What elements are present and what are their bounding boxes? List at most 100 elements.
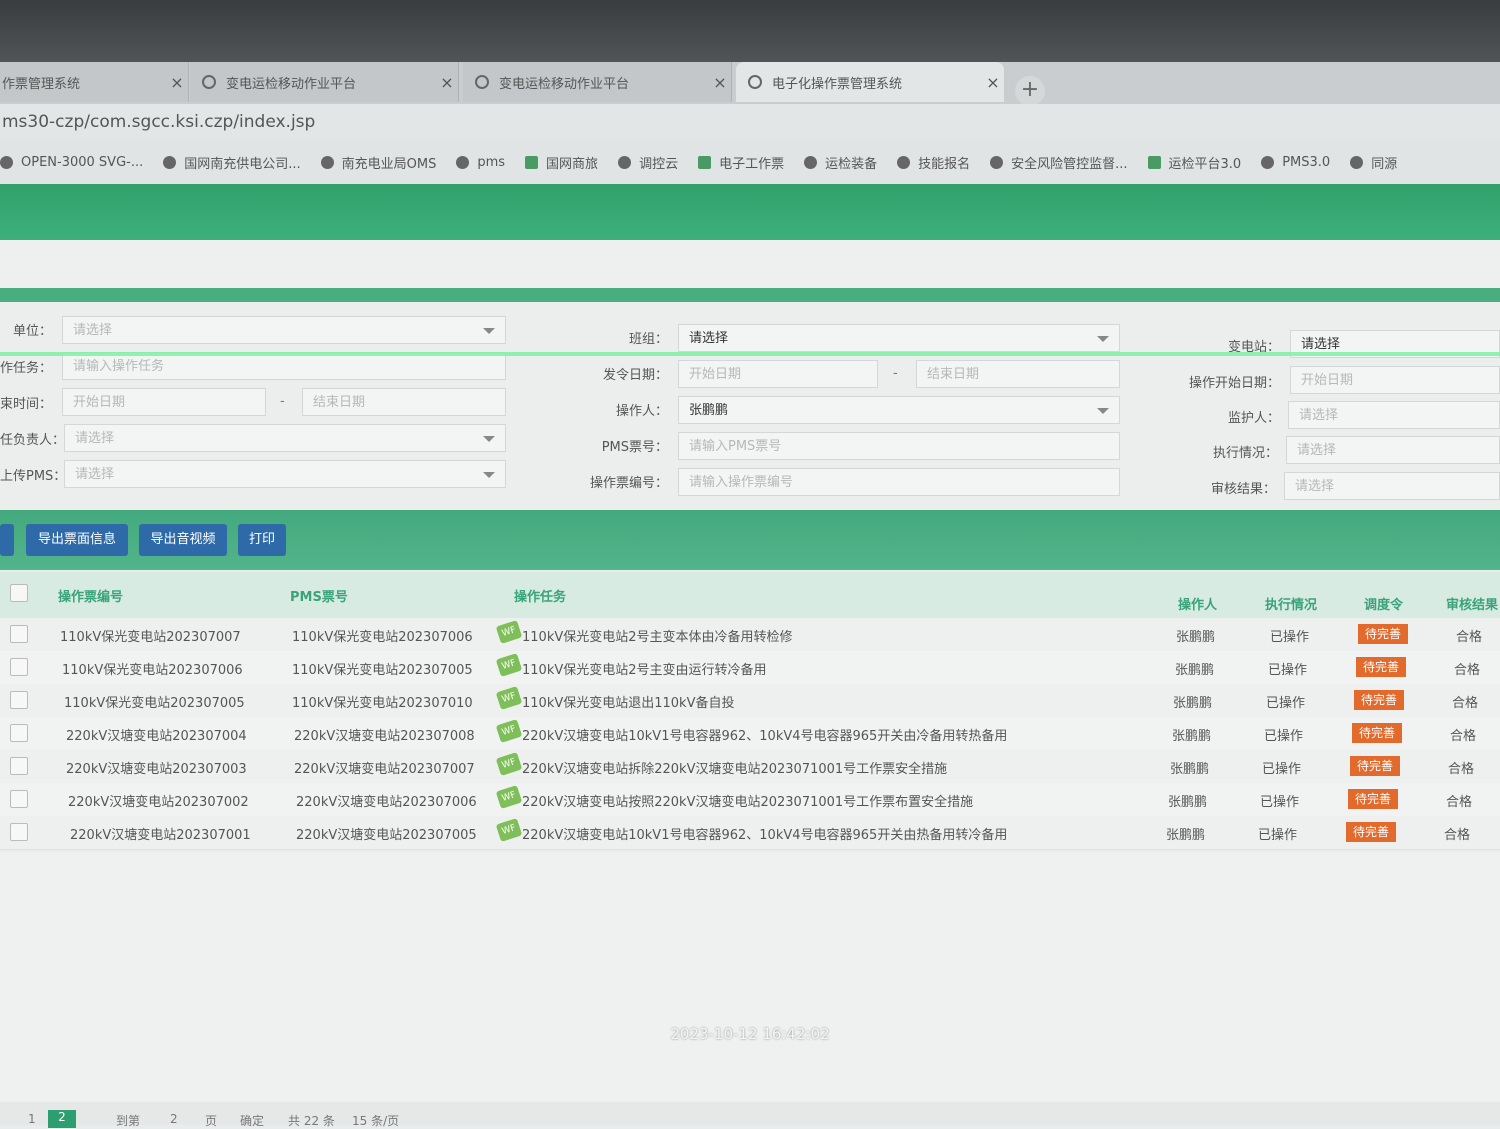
bookmark-item[interactable]: 国网南充供电公司... <box>163 153 301 172</box>
ticket-no-cell[interactable]: 110kV保光变电站202307005 <box>64 692 245 711</box>
order-status-badge[interactable]: 待完善 <box>1348 789 1398 809</box>
ticket-no-cell[interactable]: 220kV汉塘变电站202307003 <box>66 758 247 777</box>
table-row[interactable]: 220kV汉塘变电站202307001 220kV汉塘变电站202307005 … <box>0 816 1500 850</box>
wf-tag-icon: WF <box>495 686 523 710</box>
unit-label: 单位： <box>12 324 52 339</box>
bookmark-item[interactable]: 电子工作票 <box>698 153 784 172</box>
browser-tab-3[interactable]: 变电运检移动作业平台 × <box>463 62 732 102</box>
browser-tab-1[interactable]: 作票管理系统 × <box>0 62 189 102</box>
bookmark-item[interactable]: OPEN-3000 SVG-... <box>0 155 143 170</box>
order-status-badge[interactable]: 待完善 <box>1346 822 1396 842</box>
close-tab-icon[interactable]: × <box>166 73 188 92</box>
bookmark-item[interactable]: 同源 <box>1350 153 1397 172</box>
table-row[interactable]: 110kV保光变电站202307005 110kV保光变电站202307010 … <box>0 684 1500 718</box>
globe-icon <box>475 75 489 89</box>
exec-cell: 已操作 <box>1262 762 1302 777</box>
task-cell: 220kV汉塘变电站按照220kV汉塘变电站2023071001号工作票布置安全… <box>522 795 974 810</box>
ticket-no-cell[interactable]: 220kV汉塘变电站202307001 <box>70 824 251 843</box>
end-time-start-input[interactable]: 开始日期 <box>62 388 266 416</box>
leader-select[interactable]: 请选择 <box>64 424 506 452</box>
order-status-badge[interactable]: 待完善 <box>1356 657 1406 677</box>
order-status-badge[interactable]: 待完善 <box>1354 690 1404 710</box>
op-start-input[interactable]: 开始日期 <box>1290 366 1500 394</box>
page-current[interactable]: 2 <box>48 1110 76 1128</box>
table-row[interactable]: 220kV汉塘变电站202307003 220kV汉塘变电站202307007 … <box>0 750 1500 784</box>
close-tab-icon[interactable]: × <box>436 73 458 92</box>
exec-select[interactable]: 请选择 <box>1286 436 1500 464</box>
new-tab-button[interactable]: + <box>1015 76 1045 106</box>
col-exec[interactable]: 执行情况 <box>1265 594 1317 613</box>
row-checkbox[interactable] <box>10 658 28 676</box>
toolbar-button-partial[interactable] <box>0 524 14 556</box>
bookmark-item[interactable]: PMS3.0 <box>1261 155 1330 170</box>
bookmark-item[interactable]: 运检装备 <box>804 153 877 172</box>
row-checkbox[interactable] <box>10 724 28 742</box>
row-checkbox[interactable] <box>10 691 28 709</box>
ticket-no-cell[interactable]: 110kV保光变电站202307006 <box>62 659 243 678</box>
unit-select[interactable]: 请选择 <box>62 316 506 344</box>
unit-placeholder: 请选择 <box>73 323 113 338</box>
bookmark-item[interactable]: 运检平台3.0 <box>1147 153 1241 172</box>
ticket-no-cell[interactable]: 220kV汉塘变电站202307004 <box>66 725 247 744</box>
task-cell: 110kV保光变电站退出110kV备自投 <box>522 696 735 711</box>
col-pms-no[interactable]: PMS票号 <box>290 586 348 605</box>
order-status-badge[interactable]: 待完善 <box>1358 624 1408 644</box>
end-time-end-input[interactable]: 结束日期 <box>302 388 506 416</box>
pms-no-input[interactable]: 请输入PMS票号 <box>678 432 1120 460</box>
ticket-no-cell[interactable]: 220kV汉塘变电站202307002 <box>68 791 249 810</box>
row-checkbox[interactable] <box>10 625 28 643</box>
close-tab-icon[interactable]: × <box>709 73 731 92</box>
export-av-button[interactable]: 导出音视频 <box>139 524 227 556</box>
print-button[interactable]: 打印 <box>238 524 286 556</box>
task-input[interactable]: 请输入操作任务 <box>62 352 506 380</box>
col-operator[interactable]: 操作人 <box>1178 594 1217 613</box>
order-status-badge[interactable]: 待完善 <box>1352 723 1402 743</box>
pms-upload-select[interactable]: 请选择 <box>64 460 506 488</box>
order-status-badge[interactable]: 待完善 <box>1350 756 1400 776</box>
export-info-button[interactable]: 导出票面信息 <box>26 524 128 556</box>
close-tab-icon[interactable]: × <box>982 73 1004 92</box>
row-checkbox[interactable] <box>10 790 28 808</box>
table-row[interactable]: 110kV保光变电站202307006 110kV保光变电站202307005 … <box>0 651 1500 685</box>
bookmark-item[interactable]: pms <box>456 155 505 170</box>
operator-select[interactable]: 张鹏鹏 <box>678 396 1120 424</box>
app-icon <box>698 155 712 169</box>
select-all-checkbox[interactable] <box>10 584 28 602</box>
bookmark-item[interactable]: 南充电业局OMS <box>320 153 436 172</box>
col-order[interactable]: 调度令 <box>1364 594 1403 613</box>
operator-label: 操作人： <box>615 404 668 419</box>
chevron-down-icon <box>483 472 495 478</box>
table-row[interactable]: 110kV保光变电站202307007 110kV保光变电站202307006 … <box>0 618 1500 652</box>
browser-tab-active[interactable]: 电子化操作票管理系统 × <box>736 62 1004 102</box>
issue-date-start-input[interactable]: 开始日期 <box>678 360 878 388</box>
table-row[interactable]: 220kV汉塘变电站202307002 220kV汉塘变电站202307006 … <box>0 783 1500 817</box>
col-task[interactable]: 操作任务 <box>514 586 566 605</box>
filter-panel: 单位： 请选择 作任务： 请输入操作任务 束时间： 开始日期 - 结束日期 任负… <box>0 302 1500 510</box>
bookmark-item[interactable]: 调控云 <box>618 153 678 172</box>
issue-date-end-input[interactable]: 结束日期 <box>916 360 1120 388</box>
team-select[interactable]: 请选择 <box>678 324 1120 352</box>
guardian-select[interactable]: 请选择 <box>1288 401 1500 429</box>
globe-icon <box>0 155 13 169</box>
confirm-button[interactable]: 确定 <box>240 1112 264 1129</box>
ticket-no-cell[interactable]: 110kV保光变电站202307007 <box>60 626 241 645</box>
bookmark-item[interactable]: 技能报名 <box>897 153 970 172</box>
wf-tag-icon: WF <box>495 752 523 776</box>
review-select[interactable]: 请选择 <box>1284 472 1500 500</box>
page-1-link[interactable]: 1 <box>28 1112 36 1126</box>
browser-tab-2[interactable]: 变电运检移动作业平台 × <box>190 62 459 102</box>
table-row[interactable]: 220kV汉塘变电站202307004 220kV汉塘变电站202307008 … <box>0 717 1500 751</box>
ticket-no-input[interactable]: 请输入操作票编号 <box>678 468 1120 496</box>
page-input[interactable]: 2 <box>170 1112 178 1126</box>
pms-no-cell: 110kV保光变电站202307010 <box>292 696 473 711</box>
bookmark-item[interactable]: 安全风险管控监督... <box>990 153 1128 172</box>
col-review[interactable]: 审核结果 <box>1446 594 1498 613</box>
row-checkbox[interactable] <box>10 823 28 841</box>
address-bar[interactable]: ms30-czp/com.sgcc.ksi.czp/index.jsp <box>0 104 1500 140</box>
globe-icon <box>1261 155 1275 169</box>
bookmark-item[interactable]: 国网商旅 <box>525 153 598 172</box>
col-ticket-no[interactable]: 操作票编号 <box>58 586 123 605</box>
page-size-select[interactable]: 15 条/页 <box>352 1112 399 1129</box>
os-top-bar <box>0 0 1500 62</box>
row-checkbox[interactable] <box>10 757 28 775</box>
